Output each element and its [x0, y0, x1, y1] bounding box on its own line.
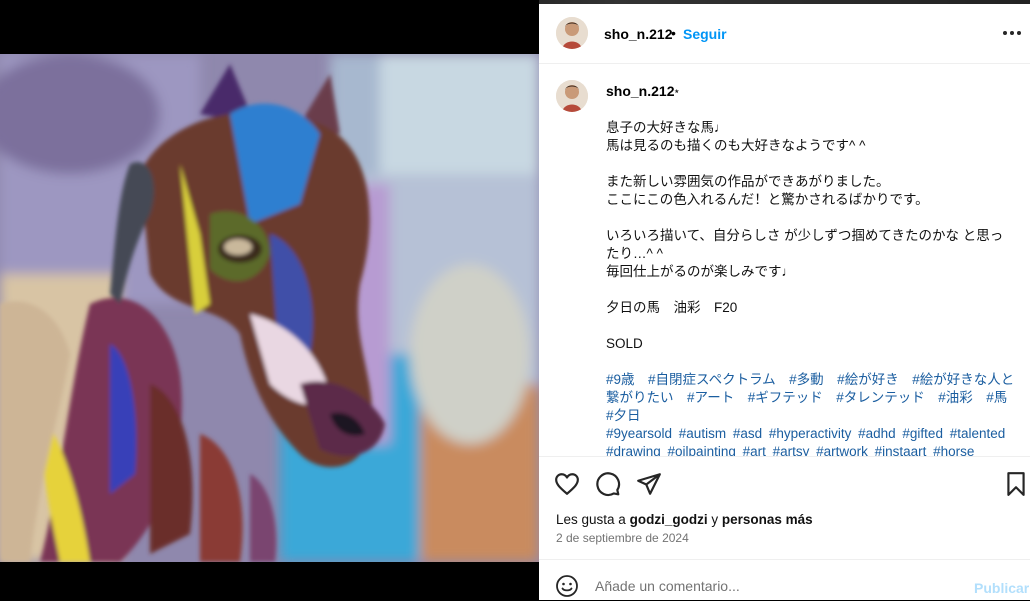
caption-line: いろいろ描いて、自分らしさ が少しずつ掴めてきたのかな と思ったり…^ ^ [606, 228, 1004, 261]
share-icon[interactable] [636, 471, 662, 497]
caption-line: ここにこの色入れるんだ！と驚かされるばかりです。 [606, 192, 929, 207]
caption-username[interactable]: sho_n.212 [606, 83, 674, 99]
caption-line: 馬は見るのも描くのも大好きなようです^ ^ [606, 138, 866, 153]
likes-others-link[interactable]: personas más [722, 512, 813, 527]
action-bar [539, 456, 1030, 507]
comment-icon[interactable] [595, 471, 621, 497]
caption-line: 息子の大好きな馬♩ [606, 120, 728, 135]
caption-line: また新しい雰囲気の作品ができあがりました。 [606, 174, 890, 189]
caption-avatar[interactable] [556, 80, 588, 112]
follow-button[interactable]: Seguir [683, 26, 727, 42]
caption-gap [606, 155, 1016, 173]
hashtags-japanese[interactable]: #9歳 #自閉症スペクトラム #多動 #絵が好き #絵が好きな人と繋がりたい #… [606, 371, 1016, 425]
likes-prefix: Les gusta a [556, 512, 626, 527]
liker-username[interactable]: godzi_godzi [630, 512, 708, 527]
caption-badge: ⋆ [673, 84, 681, 98]
more-options-icon[interactable] [1001, 22, 1023, 44]
caption-gap [606, 209, 1016, 227]
caption-gap [606, 353, 1016, 371]
separator-dot: • [671, 25, 676, 41]
username-link[interactable]: sho_n.212 [604, 26, 672, 42]
likes-middle: y [711, 512, 719, 527]
post-media[interactable] [0, 0, 539, 600]
emoji-icon[interactable] [555, 574, 579, 598]
comment-bar: Publicar [539, 559, 1030, 601]
publish-button[interactable]: Publicar [974, 580, 1029, 596]
caption-line: SOLD [606, 336, 643, 351]
post-date[interactable]: 2 de septiembre de 2024 [556, 531, 689, 545]
hashtags-english[interactable]: #9yearsold #autism #asd #hyperactivity #… [606, 425, 1016, 456]
heart-icon[interactable] [554, 471, 580, 497]
caption-section: sho_n.212 ⋆ 息子の大好きな馬♩ 馬は見るのも描くのも大好きなようです… [539, 64, 1030, 456]
post-header: sho_n.212 • Seguir [539, 4, 1030, 64]
caption-line: 毎回仕上がるのが楽しみです♩ [606, 264, 795, 279]
bookmark-icon[interactable] [1003, 471, 1029, 497]
likes-text: Les gusta a godzi_godzi y personas más [556, 512, 813, 527]
avatar[interactable] [556, 17, 588, 49]
comment-input[interactable] [595, 578, 935, 594]
caption-gap [606, 317, 1016, 335]
horse-painting-image [0, 54, 539, 562]
caption-text: 息子の大好きな馬♩ 馬は見るのも描くのも大好きなようです^ ^ また新しい雰囲気… [606, 119, 1016, 456]
caption-gap [606, 281, 1016, 299]
caption-line: 夕日の馬 油彩 F20 [606, 300, 738, 315]
post-panel: sho_n.212 • Seguir sho_n.212 ⋆ 息子の大好きな馬♩… [539, 4, 1030, 600]
